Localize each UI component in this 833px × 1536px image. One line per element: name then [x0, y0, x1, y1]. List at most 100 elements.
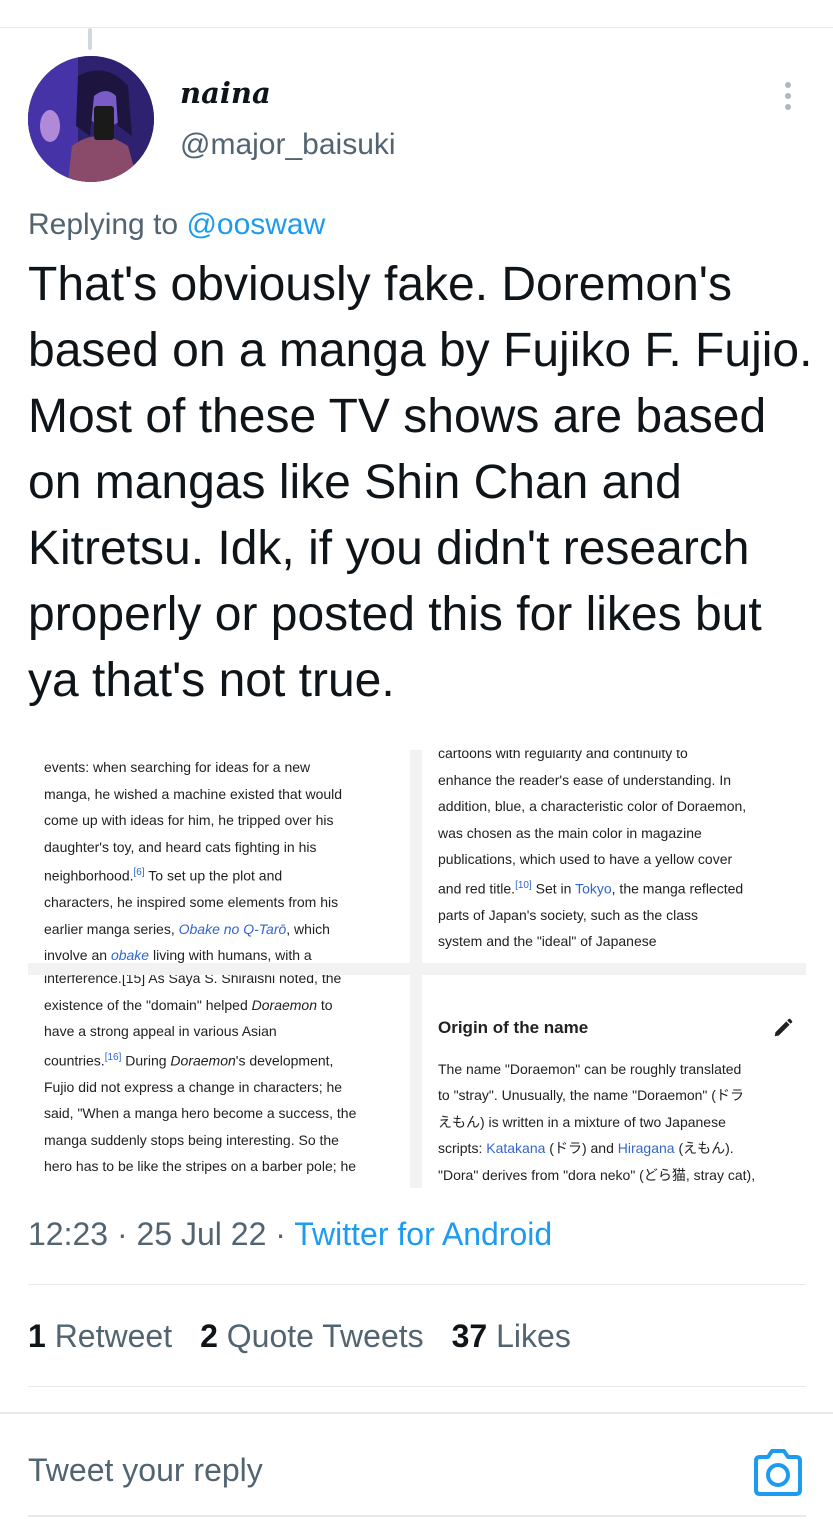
media-image-2[interactable]: cartoons with regularity and continuity …: [422, 750, 806, 963]
replying-to-prefix: Replying to: [28, 208, 187, 241]
tweet-text: That's obviously fake. Doremon's based o…: [28, 258, 813, 707]
wiki-text: scripts:: [438, 1140, 487, 1156]
wiki-text: involve an: [44, 947, 111, 963]
tweet-timestamp: 12:23 · 25 Jul 22 · Twitter for Android: [28, 1216, 552, 1253]
wiki-line: interference.[15] As Saya S. Shiraishi n…: [44, 975, 342, 986]
wiki-line: and red title.[10] Set in Tokyo, the man…: [438, 873, 794, 902]
likes-stat[interactable]: 37 Likes: [452, 1318, 571, 1355]
more-dot: [785, 93, 791, 99]
wiki-text: , which: [286, 920, 330, 937]
pencil-icon: [774, 1018, 793, 1037]
wiki-section-heading: Origin of the name: [438, 1018, 589, 1037]
quote-tweets-count: 2: [200, 1318, 218, 1354]
media-image-3[interactable]: interference.[15] As Saya S. Shiraishi n…: [28, 975, 410, 1188]
likes-count: 37: [451, 1318, 488, 1354]
wiki-link: Tokyo: [575, 880, 612, 897]
wiki-citation: [6]: [133, 867, 145, 878]
retweets-stat[interactable]: 1 Retweet: [28, 1318, 172, 1355]
wiki-italic: Doraemon: [251, 996, 318, 1013]
wiki-text: 's development,: [235, 1052, 334, 1069]
wiki-line: The name "Doraemon" can be roughly trans…: [438, 1060, 742, 1077]
avatar[interactable]: [28, 56, 154, 182]
divider: [28, 1386, 806, 1387]
wiki-text: to: [317, 996, 333, 1013]
meta-separator: ·: [275, 1216, 295, 1252]
wiki-line: daughter's toy, and heard cats fighting …: [44, 838, 317, 855]
display-name[interactable]: naina: [180, 76, 271, 110]
wiki-line: to "stray". Unusually, the name "Doraemo…: [438, 1087, 744, 1103]
wiki-text: existence of the "domain" helped: [44, 996, 252, 1013]
media-image-4[interactable]: Origin of the name The name "Doraemon" c…: [422, 975, 806, 1188]
wiki-line: manga suddenly stops being interesting. …: [44, 1131, 339, 1148]
replying-to: Replying to @ooswaw: [28, 208, 325, 242]
wiki-text: (えもん).: [674, 1140, 734, 1156]
wiki-text: (ドラ) and: [545, 1140, 618, 1156]
tweet-date: 25 Jul 22: [136, 1216, 267, 1252]
wiki-text: neighborhood.: [44, 867, 134, 884]
wiki-line: manga, he wished a machine existed that …: [44, 785, 343, 802]
wiki-link: Katakana: [486, 1140, 546, 1156]
divider: [28, 1284, 806, 1285]
wiki-line: earlier manga series, Obake no Q-Tarō, w…: [44, 916, 400, 943]
avatar-image: [28, 56, 154, 182]
wiki-line: addition, blue, a characteristic color o…: [438, 798, 747, 814]
tweet-source[interactable]: Twitter for Android: [294, 1216, 552, 1252]
tweet-time: 12:23: [28, 1216, 109, 1252]
wiki-line: have a strong appeal in various Asian: [44, 1023, 277, 1039]
retweets-label: Retweet: [54, 1318, 173, 1354]
top-divider: [0, 27, 833, 28]
thread-connector-line: [88, 28, 92, 50]
wiki-line: cartoons with regularity and continuity …: [438, 750, 688, 761]
camera-icon[interactable]: [750, 1444, 806, 1500]
likes-label: Likes: [496, 1318, 571, 1354]
wiki-citation: [16]: [104, 1051, 122, 1063]
quote-tweets-label: Quote Tweets: [226, 1318, 424, 1354]
wiki-line: enhance the reader's ease of understandi…: [438, 771, 731, 788]
reply-input[interactable]: Tweet your reply: [28, 1452, 263, 1489]
wiki-link: obake: [110, 947, 150, 963]
wiki-line: countries.[16] During Doraemon's develop…: [44, 1045, 400, 1074]
reply-underline: [28, 1515, 806, 1517]
wiki-text: Set in: [531, 880, 576, 897]
wiki-line: existence of the "domain" helped Doraemo…: [44, 992, 400, 1019]
wiki-text: living with humans, with a: [149, 947, 312, 963]
wiki-text: and red title.: [438, 880, 516, 897]
more-options-icon[interactable]: [770, 76, 806, 116]
wiki-line: publications, which used to have a yello…: [438, 851, 733, 867]
retweets-count: 1: [28, 1318, 46, 1354]
wiki-line: "Dora" derives from "dora neko" (どら猫, st…: [438, 1166, 756, 1183]
tweet-stats: 1 Retweet 2 Quote Tweets 37 Likes: [28, 1318, 571, 1355]
wiki-line: hero has to be like the stripes on a bar…: [44, 1158, 357, 1175]
wiki-line: system and the "ideal" of Japanese: [438, 933, 657, 950]
more-dot: [785, 104, 791, 110]
wiki-section-header: Origin of the name: [438, 1015, 794, 1042]
wiki-text: , the manga reflected: [611, 880, 744, 897]
wiki-line: events: when searching for ideas for a n…: [44, 759, 311, 775]
meta-separator: ·: [116, 1216, 137, 1252]
wiki-italic: Doraemon: [170, 1052, 236, 1069]
quote-tweets-stat[interactable]: 2 Quote Tweets: [200, 1318, 424, 1355]
wiki-line: scripts: Katakana (ドラ) and Hiragana (えもん…: [438, 1135, 794, 1162]
wiki-link: Hiragana: [617, 1140, 675, 1156]
wiki-line: said, "When a manga hero become a succes…: [44, 1105, 357, 1122]
wiki-line: involve an obake living with humans, wit…: [44, 942, 400, 963]
user-handle[interactable]: @major_baisuki: [180, 128, 396, 162]
wiki-line: Fujio did not express a change in charac…: [44, 1078, 343, 1095]
wiki-text: countries.: [44, 1052, 105, 1069]
media-image-1[interactable]: events: when searching for ideas for a n…: [28, 750, 410, 963]
wiki-line: come up with ideas for him, he tripped o…: [44, 812, 334, 828]
wiki-line: えもん) is written in a mixture of two Japa…: [438, 1113, 726, 1130]
replying-to-mention[interactable]: @ooswaw: [186, 208, 325, 241]
wiki-citation: [10]: [515, 879, 532, 891]
wiki-line: was chosen as the main color in magazine: [438, 824, 702, 841]
wiki-line: seems to keep moving upward, but actuall…: [44, 1180, 400, 1188]
wiki-line: childhood.[11][12] Problems, if occur, w…: [438, 955, 794, 963]
wiki-text: earlier manga series,: [44, 920, 179, 937]
wiki-text: During: [121, 1052, 171, 1069]
wiki-line: neighborhood.[6] To set up the plot and: [44, 860, 400, 889]
wiki-line: parts of Japan's society, such as the cl…: [438, 906, 698, 923]
wiki-link: Obake no Q-Tarō: [178, 920, 287, 937]
divider: [0, 1412, 833, 1414]
wiki-line: characters, he inspired some elements fr…: [44, 894, 339, 911]
media-grid[interactable]: events: when searching for ideas for a n…: [28, 750, 806, 1188]
